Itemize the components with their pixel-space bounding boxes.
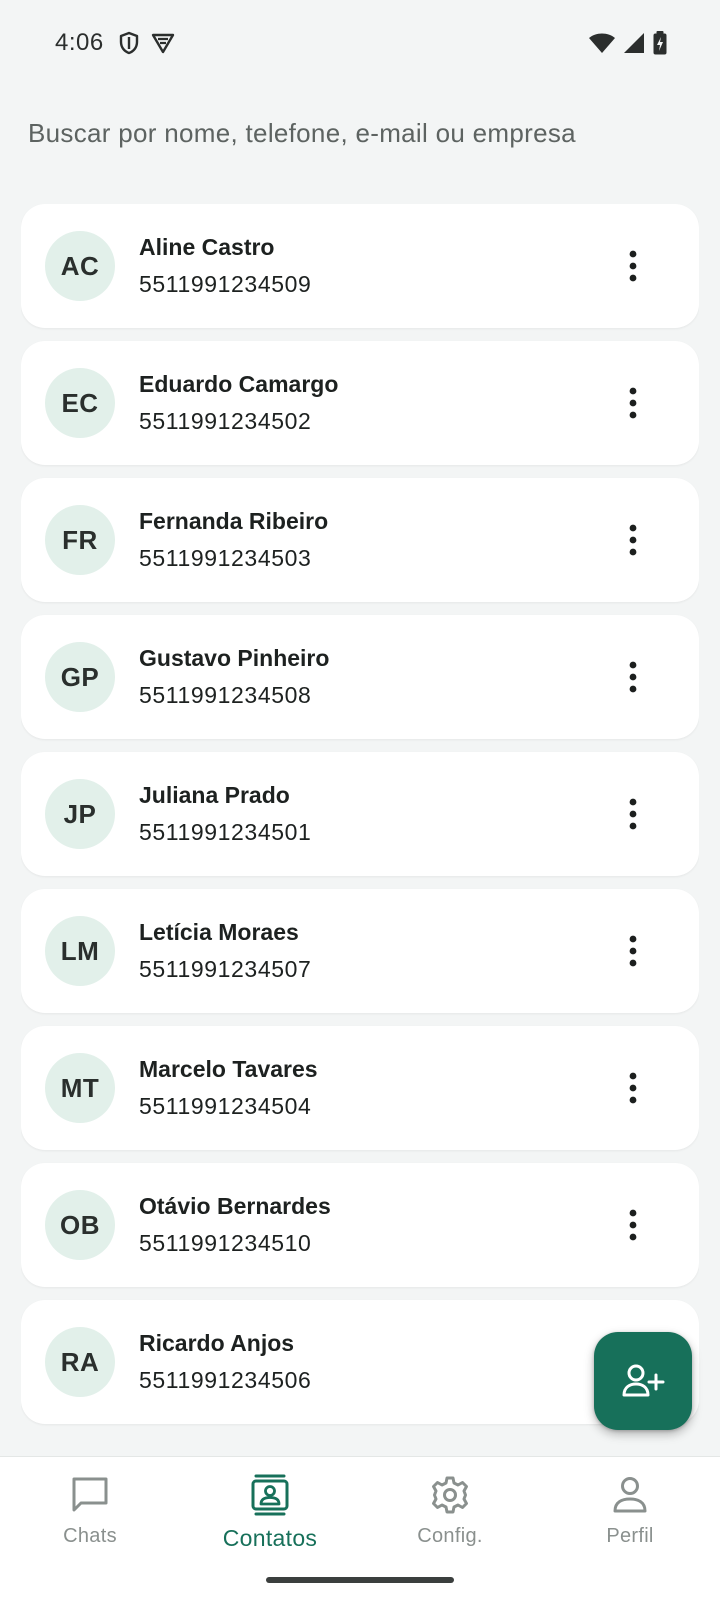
contact-phone: 5511991234502 — [139, 408, 312, 434]
contact-info: Aline Castro 5511991234509 — [139, 234, 603, 298]
contact-card[interactable]: FR Fernanda Ribeiro 5511991234503 — [21, 478, 699, 602]
contact-info: Letícia Moraes 5511991234507 — [139, 919, 603, 983]
more-options-button[interactable] — [603, 373, 663, 433]
contact-card[interactable]: JP Juliana Prado 5511991234501 — [21, 752, 699, 876]
more-vert-icon — [629, 1209, 637, 1241]
more-options-button[interactable] — [603, 647, 663, 707]
avatar: EC — [45, 368, 115, 438]
contact-phone: 5511991234510 — [139, 1230, 312, 1256]
contact-info: Juliana Prado 5511991234501 — [139, 782, 603, 846]
contact-card[interactable]: GP Gustavo Pinheiro 5511991234508 — [21, 615, 699, 739]
add-contact-button[interactable] — [594, 1332, 692, 1430]
avatar: LM — [45, 916, 115, 986]
wifi-icon — [588, 31, 616, 55]
status-left: 4:06 — [55, 29, 176, 57]
gesture-bar[interactable] — [266, 1577, 454, 1583]
more-options-button[interactable] — [603, 1195, 663, 1255]
nav-item-chats[interactable]: Chats — [0, 1471, 180, 1567]
avatar: JP — [45, 779, 115, 849]
more-vert-icon — [629, 387, 637, 419]
gear-icon — [430, 1471, 470, 1519]
search-input[interactable] — [28, 117, 692, 149]
contact-card[interactable]: AC Aline Castro 5511991234509 — [21, 204, 699, 328]
more-vert-icon — [629, 661, 637, 693]
bottom-navigation: Chats Contatos Config. Perfil — [0, 1456, 720, 1600]
contact-name: Juliana Prado — [139, 782, 290, 808]
more-options-button[interactable] — [603, 236, 663, 296]
search-bar — [28, 108, 692, 158]
avatar: OB — [45, 1190, 115, 1260]
contacts-screen: 4:06 Buscar por nome, telefone, e-mail o… — [0, 0, 720, 1600]
contact-card[interactable]: EC Eduardo Camargo 5511991234502 — [21, 341, 699, 465]
more-vert-icon — [629, 798, 637, 830]
contact-name: Marcelo Tavares — [139, 1056, 318, 1082]
battery-charging-icon — [652, 30, 668, 56]
status-right — [588, 30, 668, 56]
contact-name: Fernanda Ribeiro — [139, 508, 329, 534]
contact-name: Ricardo Anjos — [139, 1330, 295, 1356]
nav-item-config[interactable]: Config. — [360, 1471, 540, 1567]
avatar: RA — [45, 1327, 115, 1397]
contact-name: Gustavo Pinheiro — [139, 645, 330, 671]
more-vert-icon — [629, 935, 637, 967]
cellular-signal-icon — [622, 31, 646, 55]
contact-name: Letícia Moraes — [139, 919, 299, 945]
contact-info: Fernanda Ribeiro 5511991234503 — [139, 508, 603, 572]
contact-info: Gustavo Pinheiro 5511991234508 — [139, 645, 603, 709]
nav-label-chats: Chats — [63, 1525, 117, 1547]
contact-name: Otávio Bernardes — [139, 1193, 331, 1219]
avatar: FR — [45, 505, 115, 575]
nav-label-contatos: Contatos — [222, 1525, 318, 1551]
contact-phone: 5511991234509 — [139, 271, 312, 297]
nav-item-contatos[interactable]: Contatos — [180, 1471, 360, 1567]
contact-phone: 5511991234507 — [139, 956, 312, 982]
contact-card[interactable]: LM Letícia Moraes 5511991234507 — [21, 889, 699, 1013]
nav-label-perfil: Perfil — [606, 1525, 654, 1547]
more-vert-icon — [629, 524, 637, 556]
nav-item-perfil[interactable]: Perfil — [540, 1471, 720, 1567]
contact-phone: 5511991234506 — [139, 1367, 312, 1393]
avatar: AC — [45, 231, 115, 301]
contact-info: Marcelo Tavares 5511991234504 — [139, 1056, 603, 1120]
contact-list: AC Aline Castro 5511991234509 EC Eduardo Cam… — [21, 204, 699, 1456]
more-vert-icon — [629, 1072, 637, 1104]
contact-phone: 5511991234508 — [139, 682, 312, 708]
more-options-button[interactable] — [603, 784, 663, 844]
chat-bubble-icon — [70, 1471, 110, 1519]
more-options-button[interactable] — [603, 510, 663, 570]
contact-phone: 5511991234501 — [139, 819, 312, 845]
add-person-icon — [622, 1364, 665, 1397]
vpn-badge-icon — [150, 31, 176, 55]
person-icon — [612, 1471, 648, 1519]
nav-label-config: Config. — [417, 1525, 483, 1547]
more-options-button[interactable] — [603, 1058, 663, 1118]
contact-phone: 5511991234503 — [139, 545, 312, 571]
contact-phone: 5511991234504 — [139, 1093, 312, 1119]
status-time: 4:06 — [55, 29, 104, 56]
contacts-icon — [251, 1471, 289, 1519]
contact-card[interactable]: MT Marcelo Tavares 5511991234504 — [21, 1026, 699, 1150]
contact-info: Otávio Bernardes 5511991234510 — [139, 1193, 603, 1257]
status-bar: 4:06 — [0, 0, 720, 86]
shield-icon — [118, 31, 140, 55]
more-options-button[interactable] — [603, 921, 663, 981]
contact-card[interactable]: OB Otávio Bernardes 5511991234510 — [21, 1163, 699, 1287]
avatar: MT — [45, 1053, 115, 1123]
avatar: GP — [45, 642, 115, 712]
contact-name: Aline Castro — [139, 234, 275, 260]
more-vert-icon — [629, 250, 637, 282]
contact-name: Eduardo Camargo — [139, 371, 339, 397]
contact-info: Ricardo Anjos 5511991234506 — [139, 1330, 603, 1394]
contact-info: Eduardo Camargo 5511991234502 — [139, 371, 603, 435]
